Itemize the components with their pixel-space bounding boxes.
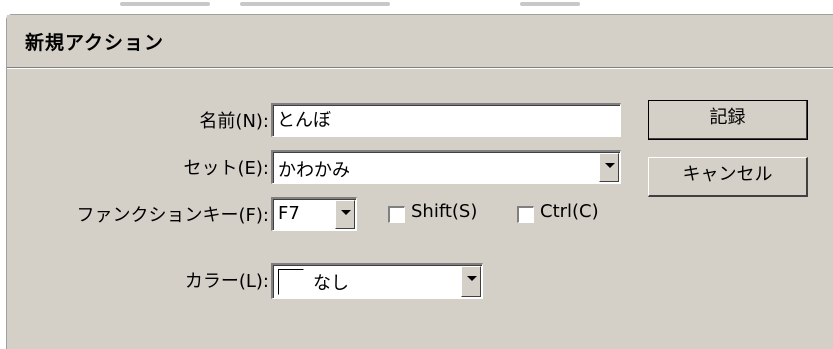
shift-checkbox[interactable] [388, 206, 405, 223]
ctrl-checkbox[interactable] [517, 206, 534, 223]
background-strip [0, 0, 833, 12]
titlebar-divider [7, 68, 833, 69]
new-action-dialog: 新規アクション 名前(N): セット(E): かわかみ ファンクションキー(F)… [6, 14, 833, 349]
set-select[interactable]: かわかみ [271, 150, 621, 184]
record-button[interactable]: 記録 [648, 100, 808, 140]
name-input[interactable] [277, 108, 614, 129]
chevron-down-icon[interactable] [599, 153, 619, 182]
background-artifact [520, 2, 580, 6]
color-label: カラー(L): [184, 271, 269, 292]
cancel-button[interactable]: キャンセル [648, 157, 808, 197]
color-swatch-icon [278, 269, 304, 295]
set-label: セット(E): [183, 158, 269, 179]
background-artifact [240, 2, 390, 6]
function-key-selected-value: F7 [278, 203, 300, 224]
dialog-title: 新規アクション [25, 32, 165, 54]
shift-checkbox-label[interactable]: Shift(S) [411, 201, 477, 222]
name-field[interactable] [271, 103, 621, 137]
ctrl-checkbox-label[interactable]: Ctrl(C) [540, 201, 599, 222]
function-key-select[interactable]: F7 [271, 197, 357, 231]
function-key-label: ファンクションキー(F): [76, 205, 269, 226]
chevron-down-icon[interactable] [461, 266, 481, 297]
background-artifact [120, 2, 210, 6]
dialog-titlebar: 新規アクション [7, 15, 833, 68]
color-selected-value: なし [313, 273, 349, 294]
chevron-down-icon[interactable] [335, 200, 355, 229]
name-label: 名前(N): [199, 111, 269, 132]
set-selected-value: かわかみ [278, 160, 350, 181]
color-select[interactable]: なし [271, 263, 483, 299]
